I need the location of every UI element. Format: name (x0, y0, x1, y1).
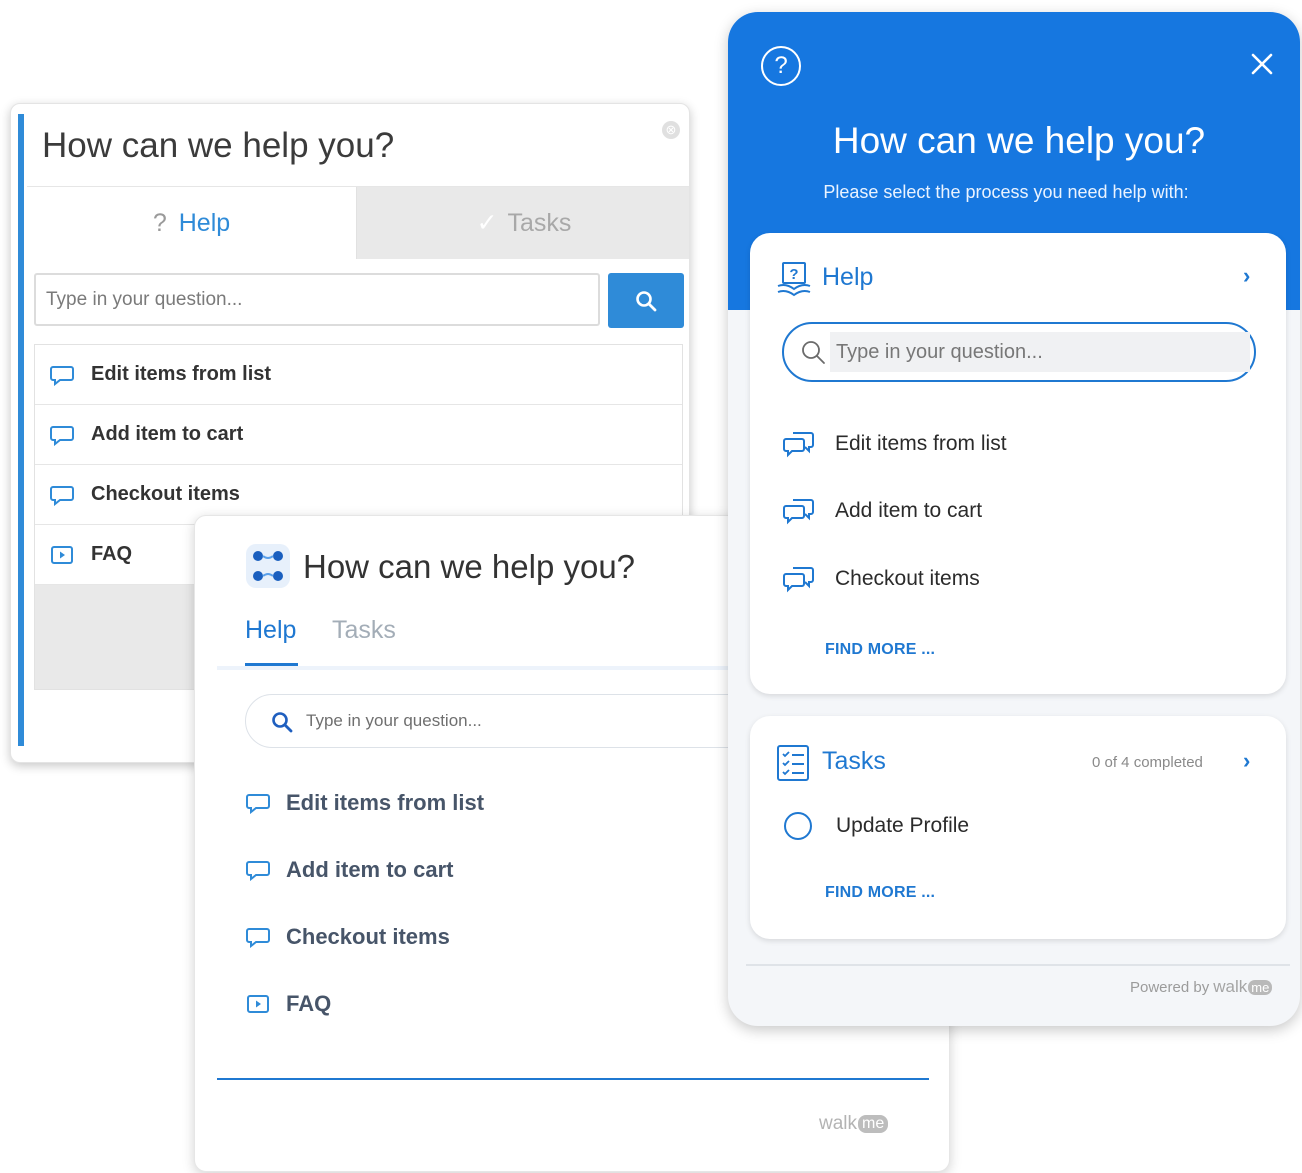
chat-bubbles-icon (782, 429, 816, 459)
search-icon (272, 712, 293, 733)
list-item-label: Checkout items (835, 567, 980, 590)
list-item[interactable]: Add item to cart (35, 405, 682, 465)
find-more-link[interactable]: FIND MORE ... (825, 641, 935, 659)
list-item-label: Edit items from list (286, 790, 485, 815)
task-list-icon (777, 745, 809, 781)
search-icon (636, 290, 657, 311)
play-box-icon (49, 544, 75, 566)
close-icon[interactable]: ⊗ (662, 121, 680, 139)
chat-bubbles-icon (782, 564, 816, 594)
brand-walk: walk (1213, 977, 1248, 996)
help-card: ? Help › Edit items from list Add item t… (750, 233, 1286, 694)
search-input[interactable] (830, 332, 1250, 372)
chevron-right-icon[interactable]: › (1243, 263, 1250, 289)
task-item[interactable]: Update Profile (784, 812, 969, 840)
list-item[interactable]: Edit items from list (782, 429, 1007, 459)
find-more-link[interactable]: FIND MORE ... (825, 884, 935, 902)
list-item-label: Checkout items (91, 483, 240, 505)
list-item-label: Edit items from list (835, 432, 1007, 455)
walkme-brand: walk me (819, 1113, 889, 1135)
walkme-logo-icon (246, 544, 290, 588)
question-icon: ? (152, 209, 167, 237)
footer-divider (217, 1078, 929, 1080)
chevron-right-icon[interactable]: › (1243, 748, 1250, 774)
accent-bar (18, 114, 24, 746)
widget-title: How can we help you? (832, 120, 1206, 161)
list-item[interactable]: FAQ (245, 991, 331, 1017)
chat-bubbles-icon (782, 496, 816, 526)
checkmark-icon: ✓ (476, 209, 498, 237)
chat-bubble-icon (49, 424, 75, 446)
list-item[interactable]: Edit items from list (245, 790, 484, 816)
chat-bubble-icon (49, 364, 75, 386)
footer-divider (746, 964, 1290, 966)
chat-bubble-icon (245, 926, 271, 948)
chat-bubble-icon (49, 484, 75, 506)
list-item[interactable]: Add item to cart (782, 496, 982, 526)
list-item-label: Add item to cart (286, 857, 454, 882)
list-item-label: FAQ (286, 991, 332, 1016)
tab-help[interactable]: Help (245, 616, 296, 645)
search-input[interactable] (306, 705, 786, 737)
brand-me: me (1248, 979, 1273, 995)
list-item-label: FAQ (91, 543, 133, 565)
tasks-card-title[interactable]: Tasks (822, 747, 886, 776)
widget-title: How can we help you? (303, 548, 636, 585)
chat-bubble-icon (245, 859, 271, 881)
search-box (782, 322, 1256, 382)
tab-help[interactable]: ? Help (27, 187, 357, 259)
search-icon (802, 341, 825, 364)
list-item[interactable]: Edit items from list (35, 345, 682, 405)
tasks-card: Tasks 0 of 4 completed › Update Profile … (750, 716, 1286, 939)
widget-subtitle: Please select the process you need help … (823, 182, 1189, 202)
list-item-label: Add item to cart (835, 499, 983, 522)
chat-bubble-icon (245, 792, 271, 814)
tab-tasks-label: Tasks (507, 209, 572, 237)
search-box (245, 694, 805, 748)
list-item-label: Add item to cart (91, 423, 244, 445)
svg-text:?: ? (789, 266, 798, 283)
help-circle-icon: ? (761, 46, 801, 86)
close-icon[interactable] (1246, 48, 1278, 80)
help-book-icon: ? (777, 262, 811, 297)
blue-help-widget: ? How can we help you? Please select the… (728, 12, 1300, 1026)
brand-walk: walk (819, 1113, 858, 1134)
powered-by-text: Powered by (1130, 978, 1210, 996)
play-box-icon (245, 993, 271, 1015)
brand-me: me (858, 1115, 889, 1133)
tab-help-label: Help (178, 209, 231, 237)
list-item[interactable]: Checkout items (782, 564, 980, 594)
powered-by-walkme: Powered by walk me (1130, 977, 1273, 997)
list-item[interactable]: Checkout items (245, 924, 450, 950)
tab-bar: ? Help ✓ Tasks (27, 186, 689, 259)
help-card-title[interactable]: Help (822, 263, 873, 292)
task-item-label: Update Profile (836, 814, 970, 837)
task-status-circle-icon (784, 812, 812, 840)
search-button[interactable] (608, 273, 684, 328)
list-item-label: Checkout items (286, 924, 450, 949)
tab-tasks[interactable]: ✓ Tasks (357, 187, 689, 259)
list-item[interactable]: Add item to cart (245, 857, 453, 883)
search-input[interactable] (34, 273, 600, 326)
list-item-label: Edit items from list (91, 363, 272, 385)
widget-title: How can we help you? (42, 126, 395, 165)
tasks-progress-count: 0 of 4 completed (1092, 754, 1203, 771)
tab-tasks[interactable]: Tasks (332, 616, 396, 645)
